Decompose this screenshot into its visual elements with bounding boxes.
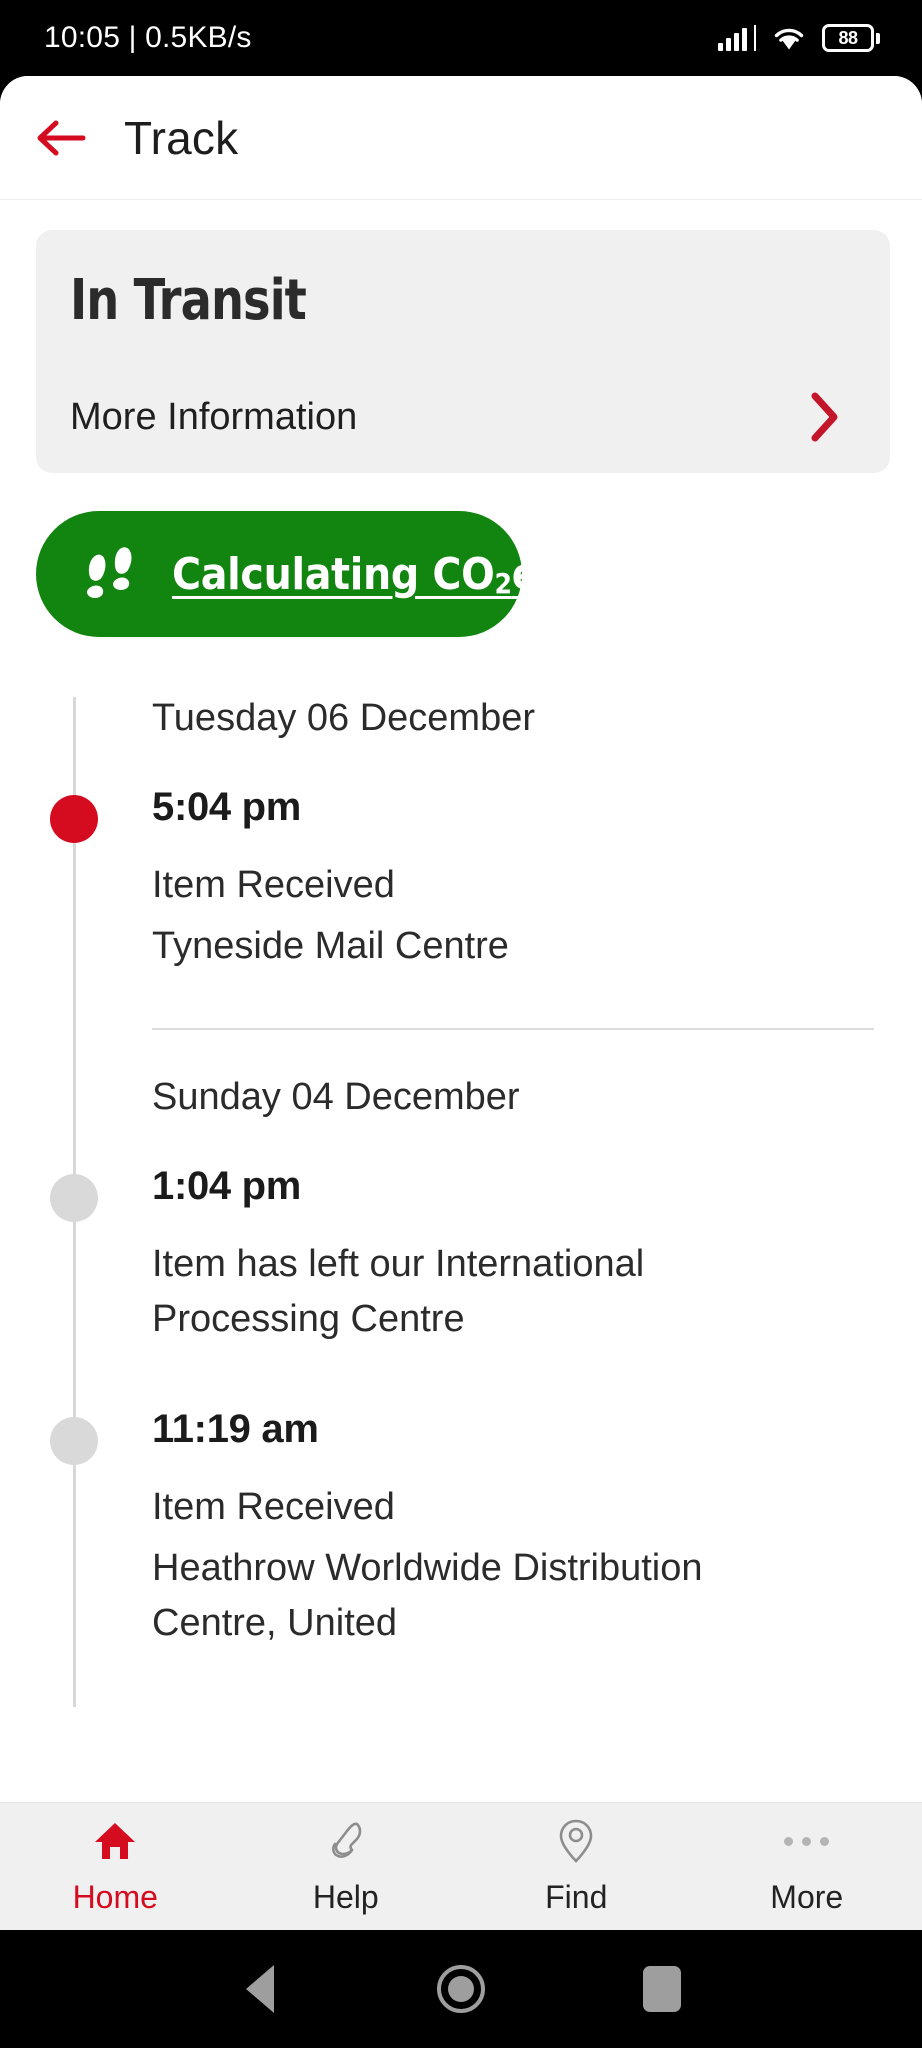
calculating-co2e-label: Calculating CO2e [172,548,539,600]
timeline-entry[interactable]: 5:04 pm Item Received Tyneside Mail Cent… [0,785,922,990]
nav-label-more: More [770,1879,844,1915]
timeline-entry-line: Item Received [152,1485,395,1528]
calculating-co2e-button[interactable]: Calculating CO2e [36,511,539,637]
co2-label-sub: 2 [494,566,513,600]
more-information-row[interactable]: More Information [70,391,856,443]
timeline-date-heading: Sunday 04 December [152,1075,520,1118]
phone-screen: 10:05 | 0.5KB/s 88 Track In Transit More… [0,0,922,2048]
wifi-icon [772,25,806,51]
battery-percent-label: 88 [838,27,858,48]
timeline-entry-line: Tyneside Mail Centre [152,924,509,967]
co2-label-prefix: Calculating CO [172,548,495,600]
signal-bars-icon [718,25,756,51]
timeline-divider [152,1027,874,1030]
page-title: Track [124,111,239,164]
timeline-dot-icon [50,1173,98,1222]
timeline-entry-line: Item Received [152,863,395,906]
co2-label-suffix: e [511,548,539,600]
delivery-status-card: In Transit More Information [36,230,890,473]
phone-icon [323,1817,369,1865]
timeline-date-heading: Tuesday 06 December [152,697,536,739]
status-badge: In Transit [70,268,307,333]
status-icons: 88 [718,24,880,52]
more-information-label: More Information [70,395,358,438]
page-content: In Transit More Information Calculating … [0,200,922,1930]
back-arrow-icon[interactable] [28,106,92,170]
chevron-right-icon [808,391,842,443]
android-recents-icon[interactable] [617,1944,707,2034]
nav-item-find[interactable]: Find [461,1817,692,1916]
android-system-nav [0,1930,922,2048]
timeline-group: Sunday 04 December 1:04 pm Item has left… [0,1076,922,1667]
timeline-entry-time: 1:04 pm [152,1163,302,1208]
app-window: Track In Transit More Information Calcul… [0,76,922,1930]
nav-label-help: Help [312,1879,379,1915]
bottom-navigation-bar: Home Help Find More [0,1802,922,1930]
timeline-entry-line: Heathrow Worldwide Distribution Centre, … [152,1546,703,1644]
nav-item-home[interactable]: Home [0,1817,231,1916]
timeline-entry-line: Item has left our International Processi… [152,1242,645,1340]
nav-label-home: Home [72,1879,158,1915]
android-home-icon[interactable] [416,1944,506,2034]
timeline-entry-time: 11:19 am [152,1406,319,1451]
footprints-icon [76,537,150,611]
battery-icon: 88 [822,24,880,52]
android-back-icon[interactable] [215,1944,305,2034]
timeline-dot-icon [50,794,98,843]
nav-item-more[interactable]: More [692,1817,922,1916]
three-dots-icon [784,1817,830,1865]
timeline-entry[interactable]: 11:19 am Item Received Heathrow Worldwid… [0,1407,922,1667]
app-bar: Track [0,76,922,200]
home-icon [92,1817,138,1865]
location-pin-icon [555,1817,597,1865]
nav-item-help[interactable]: Help [231,1817,462,1916]
timeline-group: Tuesday 06 December 5:04 pm Item Receive… [0,697,922,990]
nav-label-find: Find [545,1879,608,1915]
system-status-bar: 10:05 | 0.5KB/s 88 [0,0,922,76]
timeline-entry[interactable]: 1:04 pm Item has left our International … [0,1164,922,1407]
status-clock-and-network-speed: 10:05 | 0.5KB/s [44,21,252,54]
tracking-timeline: Tuesday 06 December 5:04 pm Item Receive… [0,697,922,1708]
timeline-dot-icon [50,1416,98,1465]
timeline-entry-time: 5:04 pm [152,784,302,829]
